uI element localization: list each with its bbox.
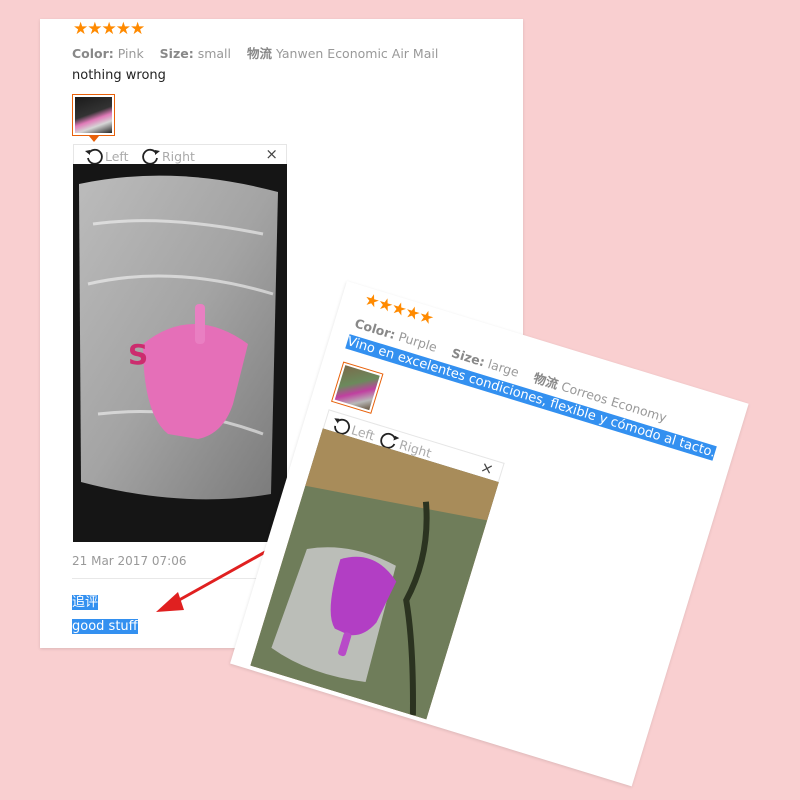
review-photo-thumbnail[interactable] <box>72 94 115 136</box>
shipping-label: 物流 <box>531 370 561 392</box>
color-label: Color: <box>72 46 114 61</box>
additional-review-text: good stuff <box>72 619 138 634</box>
close-icon[interactable]: × <box>265 145 278 163</box>
review-photo-thumbnail[interactable] <box>331 361 384 414</box>
rotate-left-label: Left <box>105 148 129 164</box>
thumb-pointer <box>89 136 99 142</box>
review-photo-large: S <box>73 164 287 542</box>
shipping-value: Yanwen Economic Air Mail <box>275 46 439 61</box>
photo-viewer-toolbar: Left Right × <box>73 144 287 166</box>
size-label: Size: <box>159 46 194 61</box>
rotate-left-button[interactable]: Left <box>84 146 129 166</box>
rotate-right-button[interactable]: Right <box>141 146 195 166</box>
size-value: small <box>197 46 231 61</box>
size-value: large <box>486 356 521 380</box>
rotate-right-label: Right <box>162 148 195 164</box>
review-text: nothing wrong <box>72 68 166 83</box>
color-value: Pink <box>117 46 144 61</box>
product-photo-purple-cup <box>250 428 499 720</box>
additional-review-label: 追评 <box>72 595 99 610</box>
review-date: 21 Mar 2017 07:06 <box>72 554 187 568</box>
review-photo-large <box>250 428 499 720</box>
product-photo-pink-cup: S <box>73 164 287 542</box>
review-meta: Color: Pink Size: small 物流 Yanwen Econom… <box>72 43 438 62</box>
rotate-left-icon <box>85 148 103 165</box>
close-icon[interactable]: × <box>478 458 495 479</box>
svg-text:S: S <box>128 338 148 371</box>
rating-stars: ★★★★★ <box>73 19 145 39</box>
shipping-label: 物流 <box>246 46 272 61</box>
rotate-right-icon <box>142 148 160 165</box>
